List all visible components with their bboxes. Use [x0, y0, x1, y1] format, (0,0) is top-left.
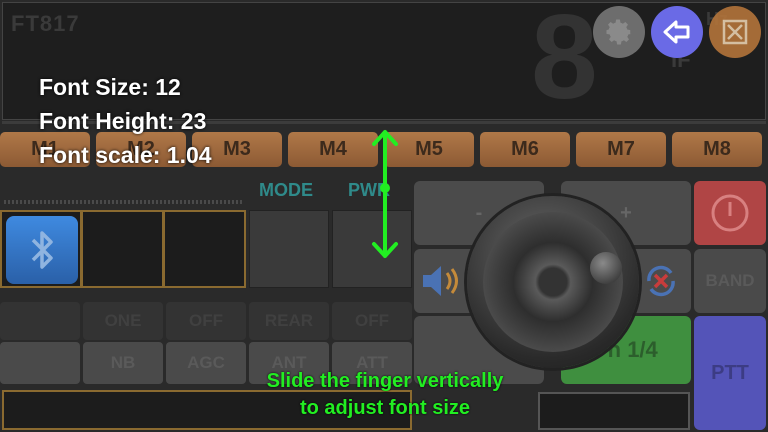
memory-button-m6[interactable]: M6: [480, 132, 570, 167]
bluetooth-icon: [31, 231, 53, 269]
function-button-blank-2[interactable]: [0, 342, 80, 384]
function-button-one[interactable]: ONE: [83, 302, 163, 340]
memory-button-m4[interactable]: M4: [288, 132, 378, 167]
memory-button-m8[interactable]: M8: [672, 132, 762, 167]
meter-panel-1: [81, 210, 164, 288]
ptt-button[interactable]: PTT: [694, 316, 766, 430]
settings-button[interactable]: [593, 6, 645, 58]
function-button-off-2[interactable]: OFF: [332, 302, 412, 340]
vertical-slide-arrow-icon: [372, 130, 398, 258]
font-size-text: Font Size: 12: [39, 74, 181, 100]
band-button[interactable]: BAND: [694, 249, 766, 313]
mode-value-box[interactable]: [249, 210, 329, 288]
sync-off-icon: [647, 265, 675, 297]
font-height-text: Font Height: 23: [39, 108, 207, 134]
meter-panel-2: [163, 210, 246, 288]
bottom-right-strip: [538, 392, 690, 430]
back-button[interactable]: [651, 6, 703, 58]
slide-hint: Slide the finger vertically to adjust fo…: [210, 368, 560, 422]
speaker-icon: [423, 266, 458, 296]
slide-hint-line-1: Slide the finger vertically: [266, 370, 504, 392]
nb-button[interactable]: NB: [83, 342, 163, 384]
function-button-blank[interactable]: [0, 302, 80, 340]
slide-hint-line-2: to adjust font size: [300, 397, 470, 419]
bluetooth-button[interactable]: [6, 216, 78, 284]
memory-button-m7[interactable]: M7: [576, 132, 666, 167]
gear-icon: [606, 19, 632, 45]
signal-meter-strip: [4, 200, 244, 204]
back-arrow-icon: [663, 20, 690, 44]
font-scale-text: Font scale: 1.04: [39, 142, 212, 168]
function-button-off-1[interactable]: OFF: [166, 302, 246, 340]
close-button[interactable]: [709, 6, 761, 58]
function-button-rear[interactable]: REAR: [249, 302, 329, 340]
tuning-knob-dimple: [590, 252, 622, 284]
power-button[interactable]: [694, 181, 766, 245]
radio-control-app: FT817 8 IF Hz M1 M2 M3 M4 M5 M6 M7 M8 MO…: [0, 0, 768, 432]
font-info-overlay: Font Size: 12 Font Height: 23 Font scale…: [39, 70, 212, 172]
mode-label: MODE: [259, 180, 313, 200]
power-icon: [711, 194, 749, 232]
close-icon: [722, 19, 748, 45]
radio-model-label: FT817: [11, 11, 80, 36]
frequency-digit: 8: [531, 0, 598, 124]
